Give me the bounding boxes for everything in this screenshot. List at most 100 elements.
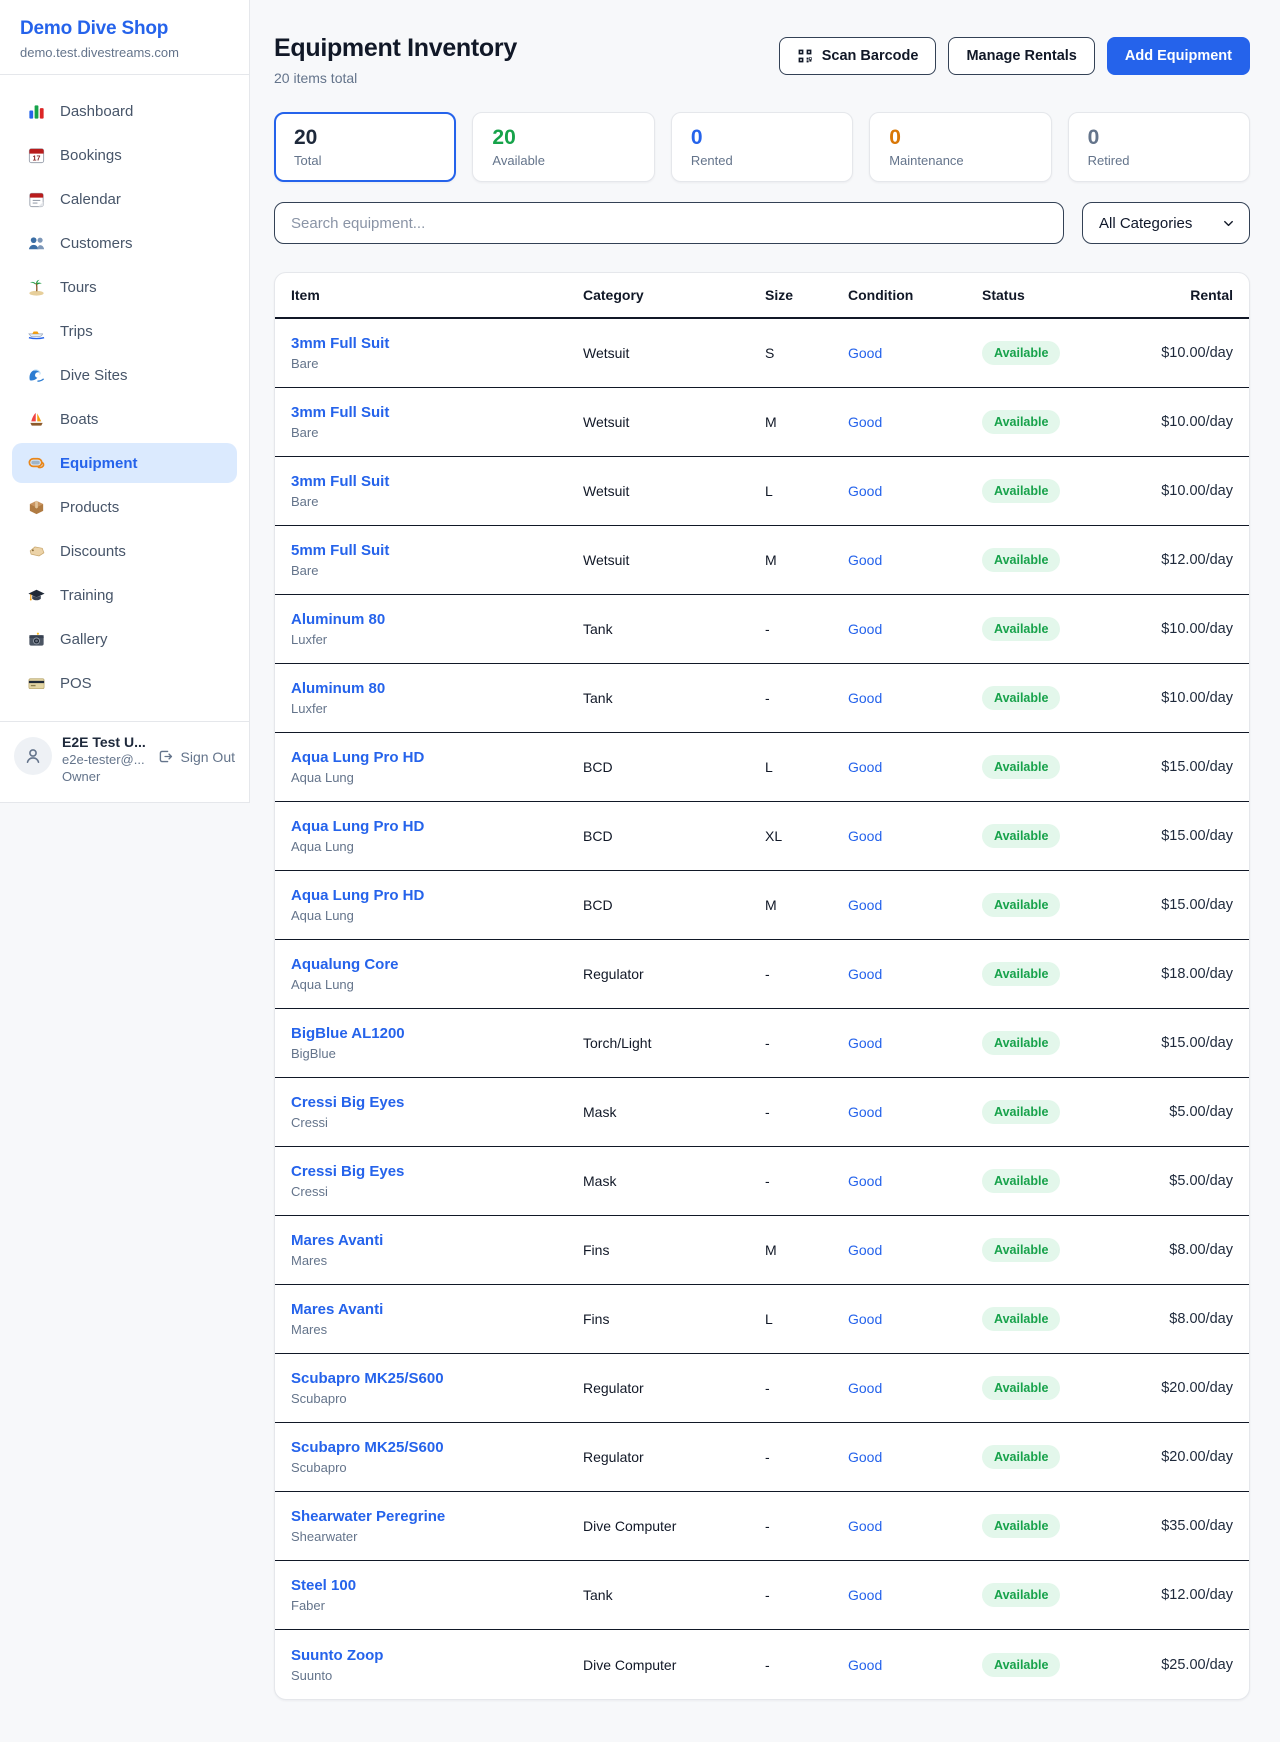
status-badge: Available <box>982 1169 1060 1193</box>
item-name-link[interactable]: Aluminum 80 <box>291 611 583 628</box>
condition-link[interactable]: Good <box>848 1449 982 1465</box>
item-cell: 3mm Full Suit Bare <box>291 473 583 509</box>
item-name-link[interactable]: 3mm Full Suit <box>291 404 583 421</box>
sidebar-item-trips[interactable]: Trips <box>12 311 237 351</box>
item-name-link[interactable]: Scubapro MK25/S600 <box>291 1439 583 1456</box>
sidebar-item-boats[interactable]: Boats <box>12 399 237 439</box>
stat-value: 20 <box>294 126 436 150</box>
condition-link[interactable]: Good <box>848 1173 982 1189</box>
sidebar-item-customers[interactable]: Customers <box>12 223 237 263</box>
item-name-link[interactable]: 3mm Full Suit <box>291 335 583 352</box>
stat-card-retired[interactable]: 0 Retired <box>1068 112 1250 182</box>
status-cell: Available <box>982 1376 1142 1400</box>
table-row: Cressi Big Eyes Cressi Mask - Good Avail… <box>275 1147 1249 1216</box>
condition-link[interactable]: Good <box>848 621 982 637</box>
item-name-link[interactable]: Aluminum 80 <box>291 680 583 697</box>
condition-link[interactable]: Good <box>848 483 982 499</box>
sidebar-item-calendar[interactable]: Calendar <box>12 179 237 219</box>
condition-link[interactable]: Good <box>848 414 982 430</box>
sidebar-item-products[interactable]: Products <box>12 487 237 527</box>
condition-link[interactable]: Good <box>848 1587 982 1603</box>
status-cell: Available <box>982 962 1142 986</box>
condition-link[interactable]: Good <box>848 345 982 361</box>
condition-link[interactable]: Good <box>848 966 982 982</box>
tag-icon <box>26 541 46 561</box>
sidebar-item-bookings[interactable]: 17 Bookings <box>12 135 237 175</box>
sidebar-item-tours[interactable]: Tours <box>12 267 237 307</box>
condition-link[interactable]: Good <box>848 1035 982 1051</box>
category-cell: Mask <box>583 1104 765 1120</box>
sidebar-item-pos[interactable]: POS <box>12 663 237 703</box>
sidebar-item-label: Trips <box>60 323 93 340</box>
sign-out-icon <box>157 748 174 765</box>
category-cell: Wetsuit <box>583 483 765 499</box>
shop-header: Demo Dive Shop demo.test.divestreams.com <box>0 0 249 74</box>
item-name-link[interactable]: Shearwater Peregrine <box>291 1508 583 1525</box>
condition-link[interactable]: Good <box>848 1657 982 1673</box>
item-name-link[interactable]: 5mm Full Suit <box>291 542 583 559</box>
stat-card-rented[interactable]: 0 Rented <box>671 112 853 182</box>
condition-link[interactable]: Good <box>848 828 982 844</box>
item-cell: Cressi Big Eyes Cressi <box>291 1094 583 1130</box>
item-name-link[interactable]: BigBlue AL1200 <box>291 1025 583 1042</box>
sailboat-icon <box>26 409 46 429</box>
condition-link[interactable]: Good <box>848 1518 982 1534</box>
stat-label: Retired <box>1088 153 1230 168</box>
category-select[interactable]: All Categories <box>1082 202 1250 244</box>
scan-barcode-button[interactable]: Scan Barcode <box>779 37 937 75</box>
item-name-link[interactable]: Suunto Zoop <box>291 1647 583 1664</box>
size-cell: M <box>765 552 848 568</box>
status-badge: Available <box>982 1376 1060 1400</box>
status-cell: Available <box>982 1514 1142 1538</box>
category-cell: BCD <box>583 759 765 775</box>
stat-card-maintenance[interactable]: 0 Maintenance <box>869 112 1051 182</box>
stat-card-available[interactable]: 20 Available <box>472 112 654 182</box>
graduation-cap-icon <box>26 585 46 605</box>
sidebar-item-equipment[interactable]: Equipment <box>12 443 237 483</box>
item-name-link[interactable]: Aqua Lung Pro HD <box>291 818 583 835</box>
condition-link[interactable]: Good <box>848 897 982 913</box>
item-name-link[interactable]: Aqualung Core <box>291 956 583 973</box>
rental-price: $35.00/day <box>1142 1518 1233 1534</box>
item-name-link[interactable]: Aqua Lung Pro HD <box>291 749 583 766</box>
item-name-link[interactable]: Aqua Lung Pro HD <box>291 887 583 904</box>
status-badge: Available <box>982 1445 1060 1469</box>
item-name-link[interactable]: Mares Avanti <box>291 1301 583 1318</box>
stat-card-total[interactable]: 20 Total <box>274 112 456 182</box>
item-name-link[interactable]: Steel 100 <box>291 1577 583 1594</box>
search-input[interactable] <box>274 202 1064 244</box>
item-brand: Faber <box>291 1598 583 1613</box>
condition-link[interactable]: Good <box>848 1242 982 1258</box>
sidebar-item-gallery[interactable]: Gallery <box>12 619 237 659</box>
category-cell: Dive Computer <box>583 1657 765 1673</box>
sidebar-item-discounts[interactable]: Discounts <box>12 531 237 571</box>
item-brand: Shearwater <box>291 1529 583 1544</box>
condition-link[interactable]: Good <box>848 1311 982 1327</box>
sidebar-item-dive-sites[interactable]: Dive Sites <box>12 355 237 395</box>
manage-rentals-button[interactable]: Manage Rentals <box>948 37 1094 75</box>
sign-out-button[interactable]: Sign Out <box>157 748 235 765</box>
condition-link[interactable]: Good <box>848 690 982 706</box>
item-cell: Mares Avanti Mares <box>291 1232 583 1268</box>
user-name: E2E Test U... <box>62 734 146 750</box>
table-row: BigBlue AL1200 BigBlue Torch/Light - Goo… <box>275 1009 1249 1078</box>
item-cell: Scubapro MK25/S600 Scubapro <box>291 1439 583 1475</box>
item-name-link[interactable]: 3mm Full Suit <box>291 473 583 490</box>
item-name-link[interactable]: Cressi Big Eyes <box>291 1094 583 1111</box>
filter-row: All Categories <box>274 202 1250 244</box>
status-cell: Available <box>982 1238 1142 1262</box>
item-name-link[interactable]: Mares Avanti <box>291 1232 583 1249</box>
rental-price: $12.00/day <box>1142 1587 1233 1603</box>
avatar <box>14 737 52 775</box>
add-equipment-button[interactable]: Add Equipment <box>1107 37 1250 75</box>
condition-link[interactable]: Good <box>848 552 982 568</box>
sidebar-item-training[interactable]: Training <box>12 575 237 615</box>
condition-link[interactable]: Good <box>848 1380 982 1396</box>
size-cell: M <box>765 1242 848 1258</box>
item-name-link[interactable]: Cressi Big Eyes <box>291 1163 583 1180</box>
item-name-link[interactable]: Scubapro MK25/S600 <box>291 1370 583 1387</box>
sidebar-item-dashboard[interactable]: Dashboard <box>12 91 237 131</box>
qr-code-icon <box>797 48 813 64</box>
condition-link[interactable]: Good <box>848 1104 982 1120</box>
condition-link[interactable]: Good <box>848 759 982 775</box>
